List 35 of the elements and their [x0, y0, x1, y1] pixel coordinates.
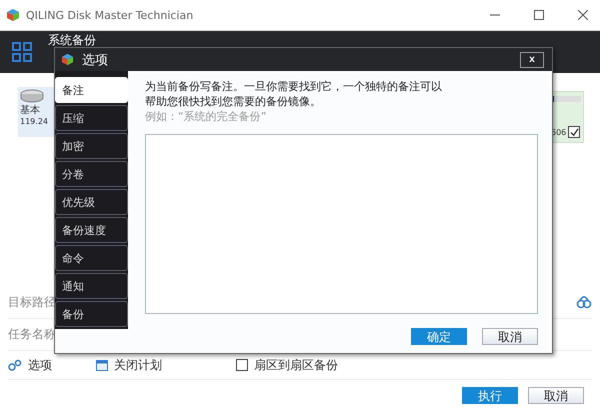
dialog-title: 选项: [82, 52, 108, 68]
maximize-icon[interactable]: [534, 10, 544, 20]
checkbox-label: 扇区到扇区备份: [254, 356, 338, 374]
cancel-button[interactable]: 取消: [528, 386, 584, 404]
note-field[interactable]: [145, 134, 538, 314]
grid-icon[interactable]: [12, 42, 32, 62]
close-button[interactable]: x: [520, 52, 544, 68]
description-text: 为当前备份写备注。一旦你需要找到它，一个独特的备注可以帮助您很快找到您需要的备份镜像。: [145, 79, 443, 109]
header-title: 系统备份: [48, 33, 96, 47]
execute-button[interactable]: 执行: [462, 386, 518, 404]
nav-tab[interactable]: 加密: [55, 133, 128, 159]
schedule-link[interactable]: 关闭计划: [114, 356, 162, 374]
usage-bar: [551, 96, 581, 102]
nav-tab[interactable]: 命令: [55, 245, 128, 271]
close-icon[interactable]: [578, 10, 588, 20]
calendar-icon[interactable]: [96, 359, 108, 371]
app-logo-icon: [61, 53, 74, 66]
cancel-button[interactable]: 取消: [482, 328, 538, 345]
disk-icon: [20, 89, 44, 103]
options-link[interactable]: 选项: [28, 356, 52, 374]
nav-tab[interactable]: 备注: [55, 77, 128, 103]
disk-label: 基本: [20, 104, 41, 117]
nav-tab[interactable]: 通知: [55, 273, 128, 299]
nav-tab[interactable]: 备份速度: [55, 217, 128, 243]
example-text: 例如：“系统的完全备份”: [145, 109, 268, 124]
ok-button[interactable]: 确定: [411, 328, 467, 345]
nav-tab[interactable]: 分卷: [55, 161, 128, 187]
sector-checkbox[interactable]: [236, 359, 248, 371]
nav-tab[interactable]: 压缩: [55, 105, 128, 131]
window-title: QILING Disk Master Technician: [26, 8, 194, 22]
nav-tab[interactable]: 备份: [55, 301, 128, 327]
app-logo-icon: [6, 8, 20, 22]
partition-checkbox[interactable]: [568, 126, 580, 138]
disk-size: 119.24: [20, 117, 49, 126]
nav-tab[interactable]: 优先级: [55, 189, 128, 215]
